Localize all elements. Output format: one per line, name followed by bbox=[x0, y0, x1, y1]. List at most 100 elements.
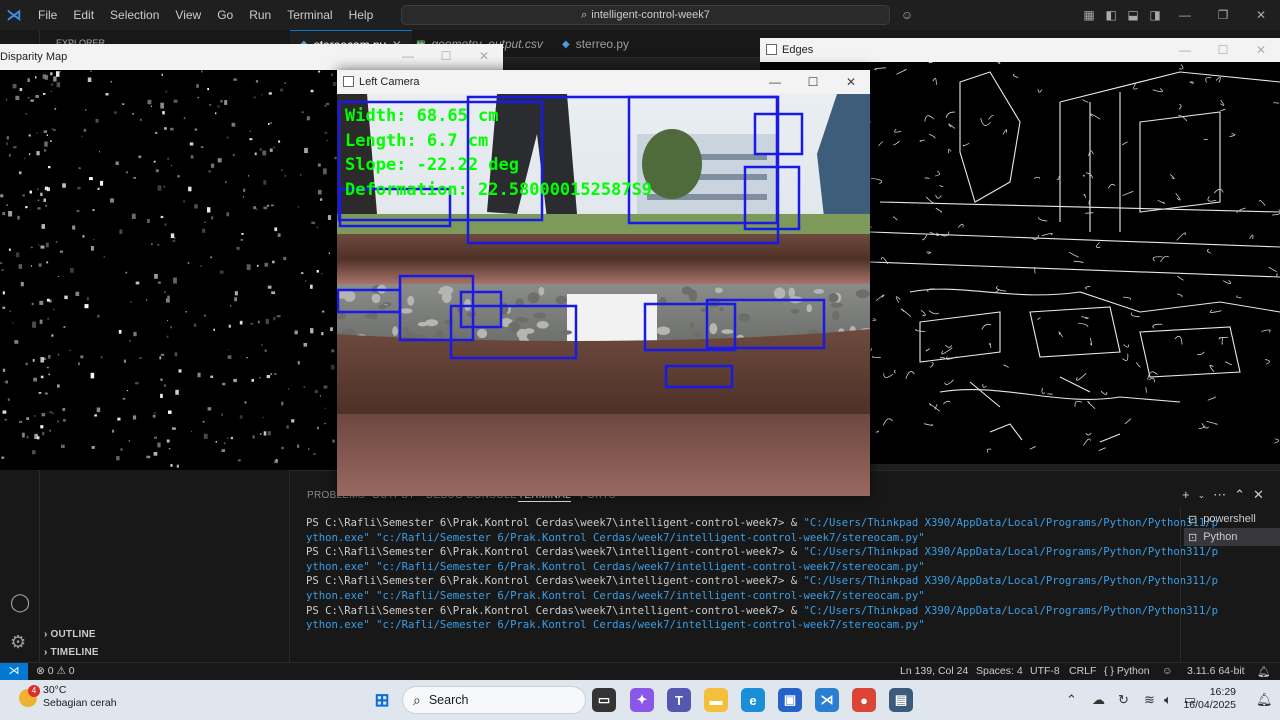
cursor-position[interactable]: Ln 139, Col 24 bbox=[900, 665, 968, 677]
terminal-output[interactable]: PS C:\Rafli\Semester 6\Prak.Kontrol Cerd… bbox=[306, 516, 1218, 633]
menu-help[interactable]: Help bbox=[341, 0, 382, 30]
language-mode[interactable]: { } Python bbox=[1104, 665, 1150, 677]
maximize-icon[interactable]: ☐ bbox=[1204, 38, 1242, 62]
menu-file[interactable]: File bbox=[30, 0, 65, 30]
tray-overflow-icon[interactable]: ⌃ bbox=[1066, 692, 1077, 708]
timeline-section[interactable]: › TIMELINE bbox=[44, 647, 99, 658]
outline-label: OUTLINE bbox=[50, 629, 96, 640]
menu-selection[interactable]: Selection bbox=[102, 0, 167, 30]
left-camera-window[interactable]: Left Camera — ☐ ✕ Width: 68.65 cm Length… bbox=[337, 70, 870, 496]
copilot-app-icon[interactable]: ✦ bbox=[630, 688, 654, 712]
notifications-bell-icon[interactable]: 🔔︎ bbox=[1257, 665, 1270, 678]
clock[interactable]: 16:29 16/04/2025 bbox=[1183, 686, 1236, 712]
terminal-item-powershell[interactable]: ⊡ powershell bbox=[1184, 510, 1280, 528]
account-icon[interactable]: ◯ bbox=[10, 592, 30, 613]
wifi-icon[interactable]: ≋ bbox=[1144, 692, 1155, 708]
panel-actions: + ⌄ ⋯ ⌃ ✕ bbox=[1182, 487, 1264, 503]
measurement-overlay: Width: 68.65 cm Length: 6.7 cm Slope: -2… bbox=[345, 104, 652, 202]
task-view-icon[interactable]: ▭ bbox=[592, 688, 616, 712]
menu-bar: File Edit Selection View Go Run Terminal… bbox=[30, 0, 381, 30]
terminal-icon: ⊡ bbox=[1188, 531, 1198, 544]
minimize-icon[interactable]: — bbox=[756, 70, 794, 94]
maximize-icon[interactable]: ☐ bbox=[794, 70, 832, 94]
vscode-logo-icon: ⋊ bbox=[6, 7, 22, 24]
chrome-icon[interactable]: ● bbox=[852, 688, 876, 712]
edge-browser-icon[interactable]: e bbox=[741, 688, 765, 712]
terminal-item-python[interactable]: ⊡ Python bbox=[1184, 528, 1280, 546]
window-title: Disparity Map bbox=[0, 51, 68, 63]
new-terminal-icon[interactable]: + bbox=[1182, 487, 1190, 503]
menu-go[interactable]: Go bbox=[209, 0, 241, 30]
slope-readout: Slope: -22.22 deg bbox=[345, 155, 519, 175]
window-title: Edges bbox=[782, 44, 814, 56]
more-actions-icon[interactable]: ⋯ bbox=[1213, 487, 1226, 503]
maximize-icon[interactable]: ❐ bbox=[1204, 8, 1242, 22]
toggle-secondary-sidebar-icon[interactable]: ◨ bbox=[1144, 8, 1166, 22]
terminal-line-continued: ython.exe" "c:/Rafli/Semester 6/Prak.Kon… bbox=[306, 589, 925, 602]
terminal-line: PS C:\Rafli\Semester 6\Prak.Kontrol Cerd… bbox=[306, 545, 1218, 560]
terminal-prompt: PS C:\Rafli\Semester 6\Prak.Kontrol Cerd… bbox=[306, 546, 804, 559]
search-icon: ⌕ bbox=[581, 8, 588, 21]
search-label: Search bbox=[428, 693, 469, 707]
terminal-line: PS C:\Rafli\Semester 6\Prak.Kontrol Cerd… bbox=[306, 516, 1218, 531]
line-ending[interactable]: CRLF bbox=[1069, 665, 1096, 677]
windows-start-icon[interactable]: ⊞ bbox=[370, 688, 394, 712]
encoding[interactable]: UTF-8 bbox=[1030, 665, 1060, 677]
volume-icon[interactable]: 🔈︎ bbox=[1164, 692, 1172, 708]
command-center-search[interactable]: ⌕ intelligent-control-week7 bbox=[401, 5, 890, 25]
menu-edit[interactable]: Edit bbox=[65, 0, 102, 30]
terminal-prompt: PS C:\Rafli\Semester 6\Prak.Kontrol Cerd… bbox=[306, 604, 804, 617]
minimize-icon[interactable]: — bbox=[389, 44, 427, 68]
status-bar: ⋊ ⊗ 0 ⚠ 0 Ln 139, Col 24 Spaces: 4 UTF-8… bbox=[0, 662, 1280, 681]
terminal-icon: ⊡ bbox=[1188, 513, 1198, 526]
terminal-line-continued: ython.exe" "c:/Rafli/Semester 6/Prak.Kon… bbox=[306, 531, 925, 544]
cloud-sync-icon[interactable]: ☁ bbox=[1092, 692, 1105, 708]
window-title: Left Camera bbox=[359, 76, 420, 88]
maximize-panel-icon[interactable]: ⌃ bbox=[1234, 487, 1245, 503]
file-explorer-icon[interactable]: ▬ bbox=[704, 688, 728, 712]
terminal-command: "C:/Users/Thinkpad X390/AppData/Local/Pr… bbox=[803, 604, 1219, 617]
copilot-status-icon[interactable]: ☺ bbox=[1162, 665, 1173, 677]
layout-icon[interactable]: ▦ bbox=[1078, 8, 1100, 22]
menu-view[interactable]: View bbox=[167, 0, 209, 30]
weather-widget[interactable]: 30°C Sebagian cerah bbox=[43, 684, 117, 710]
minimize-icon[interactable]: — bbox=[1166, 8, 1204, 22]
vscode-taskbar-icon[interactable]: ⋊ bbox=[815, 688, 839, 712]
window-app-icon bbox=[343, 76, 354, 87]
notification-bell-icon[interactable]: 🔔︎ bbox=[1256, 692, 1273, 708]
teams-icon[interactable]: T bbox=[667, 688, 691, 712]
close-panel-icon[interactable]: ✕ bbox=[1253, 487, 1264, 503]
weather-temp: 30°C bbox=[43, 684, 67, 696]
clock-time: 16:29 bbox=[1209, 686, 1236, 698]
problems-count[interactable]: ⊗ 0 ⚠ 0 bbox=[36, 665, 75, 677]
terminal-line-continued: ython.exe" "c:/Rafli/Semester 6/Prak.Kon… bbox=[306, 619, 925, 632]
microsoft-store-icon[interactable]: ▣ bbox=[778, 688, 802, 712]
copilot-icon[interactable]: ☺ bbox=[896, 8, 918, 22]
remote-icon[interactable]: ⋊ bbox=[0, 663, 28, 681]
chevron-down-icon[interactable]: ⌄ bbox=[1198, 490, 1206, 503]
close-icon[interactable]: ✕ bbox=[465, 44, 503, 68]
clock-date: 16/04/2025 bbox=[1183, 699, 1236, 711]
python-app-icon[interactable]: ▤ bbox=[889, 688, 913, 712]
toggle-panel-icon[interactable]: ⬓ bbox=[1122, 8, 1144, 22]
python-interpreter[interactable]: 3.11.6 64-bit bbox=[1187, 665, 1245, 677]
refresh-icon[interactable]: ↻ bbox=[1118, 692, 1129, 708]
weather-badge: 4 bbox=[28, 685, 40, 697]
search-icon: ⌕ bbox=[413, 691, 421, 708]
close-icon[interactable]: ✕ bbox=[832, 70, 870, 94]
indentation[interactable]: Spaces: 4 bbox=[976, 665, 1023, 677]
tab-label: sterreo.py bbox=[575, 37, 630, 51]
python-file-icon: ◆ bbox=[562, 38, 570, 50]
tab-sterreo[interactable]: ◆ sterreo.py bbox=[552, 30, 639, 58]
menu-terminal[interactable]: Terminal bbox=[279, 0, 340, 30]
minimize-icon[interactable]: — bbox=[1166, 38, 1204, 62]
close-icon[interactable]: ✕ bbox=[1242, 8, 1280, 22]
outline-section[interactable]: › OUTLINE bbox=[44, 629, 96, 640]
close-icon[interactable]: ✕ bbox=[1242, 38, 1280, 62]
toggle-sidebar-icon[interactable]: ◧ bbox=[1100, 8, 1122, 22]
terminal-line-continued: ython.exe" "c:/Rafli/Semester 6/Prak.Kon… bbox=[306, 560, 925, 573]
taskbar-search[interactable]: ⌕ Search bbox=[402, 686, 586, 714]
maximize-icon[interactable]: ☐ bbox=[427, 44, 465, 68]
menu-run[interactable]: Run bbox=[241, 0, 279, 30]
manage-gear-icon[interactable]: ⚙ bbox=[10, 632, 26, 653]
